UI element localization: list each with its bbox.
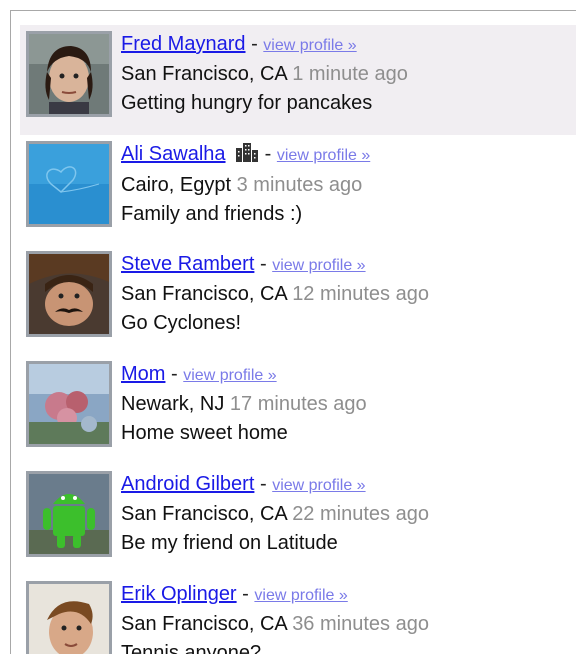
friend-location: San Francisco, CA [121, 613, 287, 635]
avatar-photo-fred [29, 34, 109, 114]
building-icon [235, 142, 259, 171]
friend-header: Steve Rambert - view profile » [121, 250, 429, 280]
friend-name-link[interactable]: Ali Sawalha [121, 143, 226, 165]
view-profile-link[interactable]: view profile » [183, 367, 276, 384]
friend-location-line: San Francisco, CA 22 minutes ago [121, 500, 429, 529]
friend-item[interactable]: Steve Rambert - view profile » San Franc… [20, 245, 576, 355]
friend-feed: Fred Maynard - view profile » San Franci… [20, 25, 576, 654]
friend-status: Home sweet home [121, 422, 288, 444]
view-profile-link[interactable]: view profile » [272, 477, 365, 494]
friend-status: Tennis anyone? [121, 642, 262, 654]
friend-details: Ali Sawalha - view profile » Cairo, Egyp… [121, 140, 370, 229]
friends-panel: Fred Maynard - view profile » San Franci… [10, 10, 576, 654]
friend-item[interactable]: Android Gilbert - view profile » San Fra… [20, 465, 576, 575]
avatar-photo-mom [29, 364, 109, 444]
view-profile-link[interactable]: view profile » [263, 37, 356, 54]
friend-name-link[interactable]: Erik Oplinger [121, 583, 237, 605]
separator: - [259, 473, 267, 495]
friend-status: Getting hungry for pancakes [121, 92, 373, 114]
friend-time: 22 minutes ago [292, 503, 429, 525]
friend-status: Go Cyclones! [121, 312, 242, 334]
avatar-photo-steve [29, 254, 109, 334]
friend-name-link[interactable]: Mom [121, 363, 165, 385]
separator: - [242, 583, 249, 605]
friend-location-line: Newark, NJ 17 minutes ago [121, 390, 367, 419]
friend-time: 3 minutes ago [236, 174, 363, 196]
friend-header: Android Gilbert - view profile » [121, 470, 429, 500]
view-profile-link[interactable]: view profile » [277, 147, 370, 164]
friend-details: Mom - view profile » Newark, NJ 17 minut… [121, 360, 367, 448]
friend-time: 17 minutes ago [229, 393, 367, 415]
view-profile-link[interactable]: view profile » [254, 587, 347, 604]
avatar-photo-ali [29, 144, 109, 224]
friend-time: 12 minutes ago [292, 283, 429, 305]
separator: - [251, 33, 258, 55]
avatar[interactable] [26, 31, 112, 117]
avatar[interactable] [26, 361, 112, 447]
avatar-photo-erik [29, 584, 109, 654]
friend-header: Mom - view profile » [121, 360, 367, 390]
avatar[interactable] [26, 141, 112, 227]
friend-name-link[interactable]: Fred Maynard [121, 33, 246, 55]
friend-item[interactable]: Fred Maynard - view profile » San Franci… [20, 25, 576, 135]
avatar[interactable] [26, 581, 112, 654]
friend-location-line: San Francisco, CA 12 minutes ago [121, 280, 429, 309]
friend-details: Steve Rambert - view profile » San Franc… [121, 250, 429, 338]
friend-location-line: San Francisco, CA 1 minute ago [121, 60, 408, 89]
friend-location: San Francisco, CA [121, 503, 287, 525]
friend-item[interactable]: Erik Oplinger - view profile » San Franc… [20, 575, 576, 654]
friend-status: Family and friends :) [121, 203, 303, 225]
friend-name-link[interactable]: Steve Rambert [121, 253, 254, 275]
friend-header: Erik Oplinger - view profile » [121, 580, 429, 610]
avatar-photo-android [29, 474, 109, 554]
friend-location: San Francisco, CA [121, 283, 287, 305]
friend-location-line: San Francisco, CA 36 minutes ago [121, 610, 429, 639]
avatar[interactable] [26, 251, 112, 337]
friend-time: 36 minutes ago [292, 613, 429, 635]
friend-time: 1 minute ago [292, 63, 408, 85]
view-profile-link[interactable]: view profile » [272, 257, 365, 274]
separator: - [171, 363, 178, 385]
friend-location: Newark, NJ [121, 393, 225, 415]
friend-status: Be my friend on Latitude [121, 532, 338, 554]
friend-location: Cairo, Egypt [121, 174, 232, 196]
friend-item[interactable]: Ali Sawalha - view profile » Cairo, Egyp… [20, 135, 576, 245]
friend-item[interactable]: Mom - view profile » Newark, NJ 17 minut… [20, 355, 576, 465]
friend-location-line: Cairo, Egypt 3 minutes ago [121, 171, 370, 200]
friend-header: Ali Sawalha - view profile » [121, 140, 370, 171]
friend-header: Fred Maynard - view profile » [121, 30, 408, 60]
friend-location: San Francisco, CA [121, 63, 287, 85]
avatar[interactable] [26, 471, 112, 557]
separator: - [259, 253, 267, 275]
friend-details: Android Gilbert - view profile » San Fra… [121, 470, 429, 558]
separator: - [264, 143, 272, 165]
friend-details: Erik Oplinger - view profile » San Franc… [121, 580, 429, 654]
friend-name-link[interactable]: Android Gilbert [121, 473, 254, 495]
friend-details: Fred Maynard - view profile » San Franci… [121, 30, 408, 118]
